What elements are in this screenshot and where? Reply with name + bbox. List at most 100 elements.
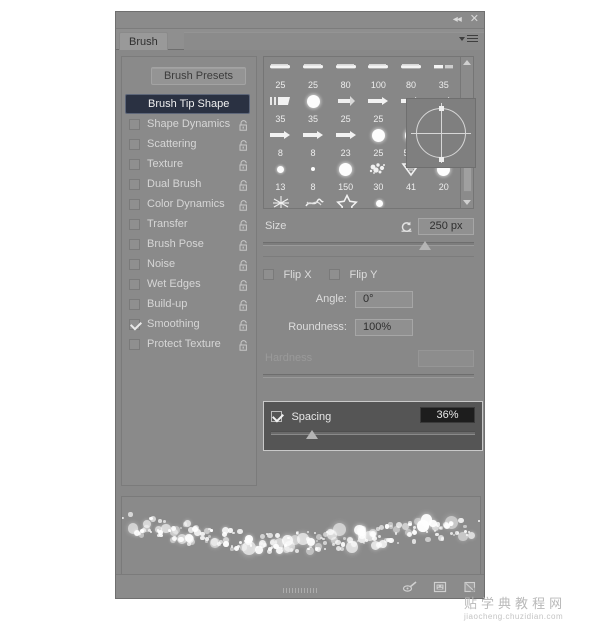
brush-preset-cell[interactable]: 80: [395, 57, 428, 91]
collapse-double-arrow-icon[interactable]: ◂◂: [453, 14, 462, 25]
lock-icon[interactable]: [239, 178, 248, 191]
brush-option-brush-pose[interactable]: Brush Pose: [129, 234, 252, 254]
brush-option-brush-tip-shape[interactable]: Brush Tip Shape: [125, 94, 250, 114]
brush-option-checkbox[interactable]: [129, 258, 140, 270]
lock-icon[interactable]: [239, 218, 248, 231]
brush-option-protect-texture[interactable]: Protect Texture: [129, 334, 252, 354]
lock-icon[interactable]: [239, 258, 248, 271]
tab-row-filler: [184, 32, 484, 50]
brush-option-checkbox[interactable]: [129, 278, 140, 290]
brush-preset-cell[interactable]: 8: [297, 125, 330, 159]
tab-brush[interactable]: Brush: [119, 32, 168, 50]
brush-option-checkbox[interactable]: [129, 138, 140, 150]
delete-brush-icon[interactable]: [462, 579, 478, 595]
brush-option-build-up[interactable]: Build-up: [129, 294, 252, 314]
toggle-brush-settings-icon[interactable]: [402, 579, 418, 595]
brush-preset-cell[interactable]: 80: [329, 57, 362, 91]
flip-x-checkbox[interactable]: [263, 269, 274, 281]
brush-option-checkbox[interactable]: [129, 318, 140, 330]
brush-preset-cell[interactable]: 100: [362, 57, 395, 91]
lock-icon[interactable]: [239, 318, 248, 331]
roundness-handle-bottom[interactable]: [439, 157, 444, 162]
reset-arrow-icon[interactable]: [399, 219, 414, 234]
brush-preset-cell[interactable]: 29: [330, 193, 363, 208]
angle-roundness-control[interactable]: [406, 98, 476, 168]
brush-option-checkbox[interactable]: [129, 118, 140, 130]
scrollbar-thumb[interactable]: [463, 166, 472, 192]
preview-dot: [458, 517, 464, 524]
roundness-input[interactable]: 100%: [355, 319, 413, 336]
brush-option-texture[interactable]: Texture: [129, 154, 252, 174]
brush-option-shape-dynamics[interactable]: Shape Dynamics: [129, 114, 252, 134]
roundness-handle-top[interactable]: [439, 106, 444, 111]
brush-option-checkbox[interactable]: [129, 198, 140, 210]
brush-preset-cell[interactable]: 30: [362, 159, 395, 193]
spacing-checkbox[interactable]: [271, 411, 282, 423]
flip-y-checkbox[interactable]: [329, 269, 341, 281]
brush-preset-cell[interactable]: 13: [264, 159, 297, 193]
brush-option-checkbox[interactable]: [129, 178, 140, 190]
brush-option-label: Build-up: [147, 298, 188, 310]
brush-option-noise[interactable]: Noise: [129, 254, 252, 274]
brush-preset-size-label: 25: [373, 114, 384, 124]
brush-preset-cell[interactable]: 23: [329, 125, 362, 159]
brush-option-checkbox[interactable]: [129, 238, 140, 250]
brush-option-checkbox[interactable]: [129, 158, 140, 170]
lock-icon[interactable]: [239, 338, 248, 351]
brush-option-smoothing[interactable]: Smoothing: [129, 314, 252, 334]
size-value-input[interactable]: 250 px: [418, 218, 474, 235]
size-slider[interactable]: [263, 240, 474, 251]
hardness-label: Hardness: [265, 352, 313, 364]
new-brush-preset-icon[interactable]: [432, 579, 448, 595]
spacing-section[interactable]: Spacing 36%: [263, 401, 483, 451]
brush-preset-cell[interactable]: 8: [264, 125, 297, 159]
lock-icon[interactable]: [239, 138, 248, 151]
size-slider-thumb[interactable]: [418, 241, 431, 250]
brush-preset-cell[interactable]: 25: [329, 91, 362, 125]
brush-option-color-dynamics[interactable]: Color Dynamics: [129, 194, 252, 214]
brush-preset-cell[interactable]: 25: [362, 125, 395, 159]
preview-dot: [122, 516, 124, 520]
lock-icon[interactable]: [239, 238, 248, 251]
brush-preset-cell[interactable]: 25: [264, 57, 297, 91]
scroll-up-arrow-icon[interactable]: [461, 57, 473, 68]
brush-preset-cell[interactable]: 35: [427, 57, 460, 91]
resize-grip[interactable]: [283, 588, 317, 593]
lock-icon[interactable]: [239, 198, 248, 211]
brush-option-checkbox[interactable]: [129, 338, 140, 350]
brush-preset-cell[interactable]: 25: [297, 57, 330, 91]
brush-preset-size-label: 80: [340, 80, 351, 90]
brush-option-dual-brush[interactable]: Dual Brush: [129, 174, 252, 194]
brush-preset-cell[interactable]: 35: [264, 91, 297, 125]
lock-icon[interactable]: [239, 158, 248, 171]
preview-dot: [340, 542, 346, 547]
brush-preset-cell[interactable]: 13: [363, 193, 396, 208]
brush-option-label: Texture: [147, 158, 184, 170]
brush-preset-size-label: 25: [373, 148, 384, 158]
lock-icon[interactable]: [239, 118, 248, 131]
brush-grid-row: 25 25 80 100 80 35: [264, 57, 460, 91]
brush-stroke-preview: [121, 496, 481, 586]
brush-option-transfer[interactable]: Transfer: [129, 214, 252, 234]
spacing-value-input[interactable]: 36%: [420, 407, 475, 423]
lock-icon[interactable]: [239, 278, 248, 291]
brush-option-wet-edges[interactable]: Wet Edges: [129, 274, 252, 294]
brush-preset-cell[interactable]: 41: [264, 193, 297, 208]
scroll-down-arrow-icon[interactable]: [461, 197, 473, 208]
brush-option-scattering[interactable]: Scattering: [129, 134, 252, 154]
screenshot-root: ◂◂ ✕ Brush Brush Presets Brush Tip Shape…: [0, 0, 600, 626]
spacing-slider-thumb[interactable]: [305, 430, 318, 439]
spacing-slider[interactable]: [271, 429, 475, 441]
brush-option-checkbox[interactable]: [129, 298, 140, 310]
brush-preset-cell[interactable]: 50: [297, 193, 330, 208]
brush-presets-button[interactable]: Brush Presets: [151, 67, 246, 85]
brush-option-checkbox[interactable]: [129, 218, 140, 230]
brush-preset-cell[interactable]: 35: [297, 91, 330, 125]
lock-icon[interactable]: [239, 298, 248, 311]
brush-preset-cell[interactable]: 25: [362, 91, 395, 125]
brush-preset-cell[interactable]: 150: [329, 159, 362, 193]
brush-preset-cell[interactable]: 8: [297, 159, 330, 193]
close-icon[interactable]: ✕: [470, 14, 479, 25]
angle-input[interactable]: 0°: [355, 291, 413, 308]
panel-menu-icon[interactable]: [459, 33, 478, 44]
